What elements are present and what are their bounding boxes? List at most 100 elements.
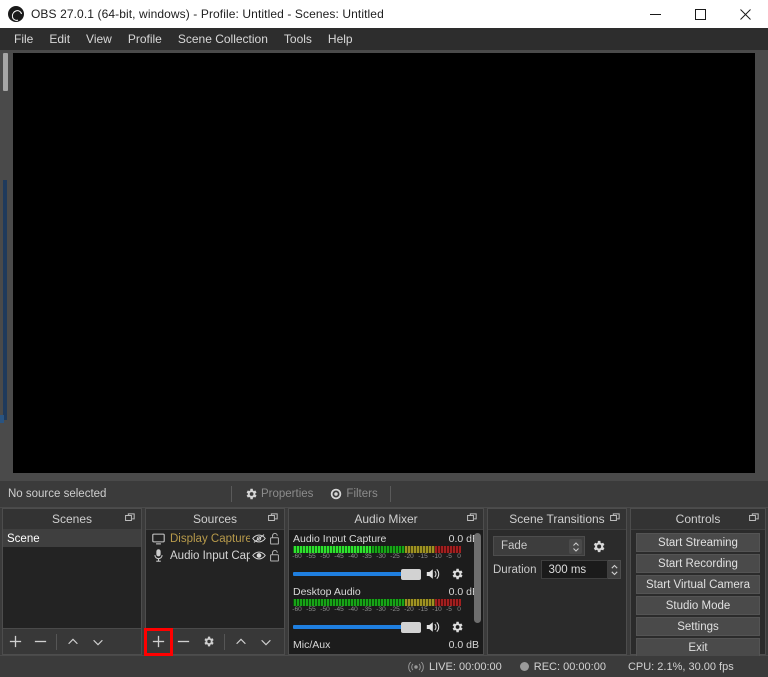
window-title: OBS 27.0.1 (64-bit, windows) - Profile: … [31, 7, 384, 21]
duration-value: 300 ms [548, 564, 586, 576]
live-timer-label: LIVE: 00:00:00 [429, 661, 502, 673]
scenes-toolbar-divider [56, 634, 57, 650]
chevron-updown-icon[interactable] [569, 539, 582, 554]
obs-main-window: OBS 27.0.1 (64-bit, windows) - Profile: … [0, 0, 768, 677]
audio-mixer-body: Audio Input Capture 0.0 dB -60 -55 -50 [289, 530, 483, 654]
toolbar-divider-right [390, 486, 391, 502]
undock-icon[interactable] [749, 513, 759, 523]
menu-item-profile[interactable]: Profile [120, 29, 170, 49]
sources-list[interactable]: Display Capture Audio Input Captu [146, 530, 284, 628]
left-dock-edge-strip [3, 180, 7, 420]
settings-button[interactable]: Settings [636, 617, 760, 636]
maximize-icon[interactable] [678, 0, 723, 28]
studio-mode-button[interactable]: Studio Mode [636, 596, 760, 615]
eye-slash-icon[interactable] [250, 533, 267, 544]
scenes-list[interactable]: Scene [3, 530, 141, 628]
mixer-track-header: Desktop Audio 0.0 dB [293, 586, 479, 598]
unlock-icon[interactable] [267, 532, 282, 545]
mixer-track-name: Audio Input Capture [293, 533, 386, 545]
mixer-track: Desktop Audio 0.0 dB -60 -55 -50 -45 [289, 583, 483, 636]
broadcast-icon [408, 661, 424, 673]
mixer-track-controls [293, 618, 479, 636]
sources-toolbar [146, 628, 284, 654]
eye-icon[interactable] [250, 550, 267, 561]
mixer-scrollbar[interactable] [474, 533, 481, 623]
scene-transitions-body: Fade Duration 300 ms [488, 530, 626, 654]
scene-transitions-title-label: Scene Transitions [509, 512, 604, 526]
table-row[interactable]: Display Capture [146, 530, 284, 547]
undock-icon[interactable] [268, 513, 278, 523]
status-bar: LIVE: 00:00:00 REC: 00:00:00 CPU: 2.1%, … [0, 656, 768, 677]
gear-icon[interactable] [591, 539, 606, 554]
close-icon[interactable] [723, 0, 768, 28]
transition-select[interactable]: Fade [493, 536, 585, 556]
duration-stepper[interactable] [608, 560, 621, 579]
menu-item-file[interactable]: File [6, 29, 41, 49]
remove-source-button[interactable] [171, 630, 196, 654]
duration-label: Duration [493, 564, 536, 576]
speaker-icon[interactable] [426, 567, 442, 581]
mixer-track: Audio Input Capture 0.0 dB -60 -55 -50 [289, 530, 483, 583]
cpu-usage-label: CPU: 2.1%, 30.00 fps [628, 661, 734, 673]
scene-name-label: Scene [7, 533, 139, 545]
source-name-label: Display Capture [170, 533, 250, 545]
audio-mixer-dock-title: Audio Mixer [289, 509, 483, 530]
gear-icon[interactable] [450, 620, 464, 634]
dock-row: Scenes Scene [0, 508, 768, 655]
duration-input[interactable]: 300 ms [541, 560, 608, 579]
cpu-status: CPU: 2.1%, 30.00 fps [628, 661, 734, 673]
menu-item-help[interactable]: Help [320, 29, 361, 49]
minimize-icon[interactable] [633, 0, 678, 28]
menu-item-scene-collection[interactable]: Scene Collection [170, 29, 276, 49]
sources-toolbar-divider [224, 634, 225, 650]
source-properties-button[interactable] [196, 630, 221, 654]
list-item[interactable]: Scene [3, 530, 141, 547]
menu-item-view[interactable]: View [78, 29, 120, 49]
volume-slider[interactable] [293, 566, 421, 582]
controls-dock-title: Controls [631, 509, 765, 530]
unlock-icon[interactable] [267, 549, 282, 562]
mixer-track: Mic/Aux 0.0 dB [289, 636, 483, 651]
move-source-up-button[interactable] [228, 630, 253, 654]
start-recording-button[interactable]: Start Recording [636, 554, 760, 573]
undock-icon[interactable] [467, 513, 477, 523]
menu-item-tools[interactable]: Tools [276, 29, 320, 49]
mixer-track-controls [293, 565, 479, 583]
menu-bar: File Edit View Profile Scene Collection … [0, 28, 768, 50]
mixer-track-name: Mic/Aux [293, 639, 330, 651]
toolbar-divider-left [231, 486, 232, 502]
volume-slider-handle[interactable] [401, 622, 421, 633]
preview-canvas[interactable] [13, 53, 755, 473]
mixer-track-level: 0.0 dB [449, 639, 479, 651]
speaker-icon[interactable] [426, 620, 442, 634]
remove-scene-button[interactable] [28, 630, 53, 654]
source-name-label: Audio Input Captu [170, 550, 250, 562]
exit-button[interactable]: Exit [636, 638, 760, 657]
audio-mixer-dock: Audio Mixer Audio Input Capture 0.0 dB [288, 508, 484, 655]
undock-icon[interactable] [125, 513, 135, 523]
start-virtual-camera-button[interactable]: Start Virtual Camera [636, 575, 760, 594]
table-row[interactable]: Audio Input Captu [146, 547, 284, 564]
filters-button[interactable]: Filters [325, 485, 381, 503]
volume-slider[interactable] [293, 619, 421, 635]
add-source-button[interactable] [146, 630, 171, 654]
obs-logo-icon [8, 6, 24, 22]
filters-icon [329, 487, 343, 501]
properties-button[interactable]: Properties [240, 485, 317, 503]
controls-dock: Controls Start Streaming Start Recording… [630, 508, 766, 655]
left-dock-handle[interactable] [3, 53, 8, 91]
add-scene-button[interactable] [3, 630, 28, 654]
window-controls [633, 0, 768, 28]
move-scene-down-button[interactable] [85, 630, 110, 654]
volume-slider-handle[interactable] [401, 569, 421, 580]
mixer-db-scale: -60 -55 -50 -45 -40 -35 -30 -25 -20 -15 … [293, 606, 461, 615]
gear-icon[interactable] [450, 567, 464, 581]
move-scene-up-button[interactable] [60, 630, 85, 654]
menu-item-edit[interactable]: Edit [41, 29, 78, 49]
move-source-down-button[interactable] [253, 630, 278, 654]
source-toolbar: No source selected Properties Filters [0, 481, 768, 507]
start-streaming-button[interactable]: Start Streaming [636, 533, 760, 552]
mixer-db-scale: -60 -55 -50 -45 -40 -35 -30 -25 -20 -15 … [293, 553, 461, 562]
undock-icon[interactable] [610, 513, 620, 523]
scenes-toolbar [3, 628, 141, 654]
